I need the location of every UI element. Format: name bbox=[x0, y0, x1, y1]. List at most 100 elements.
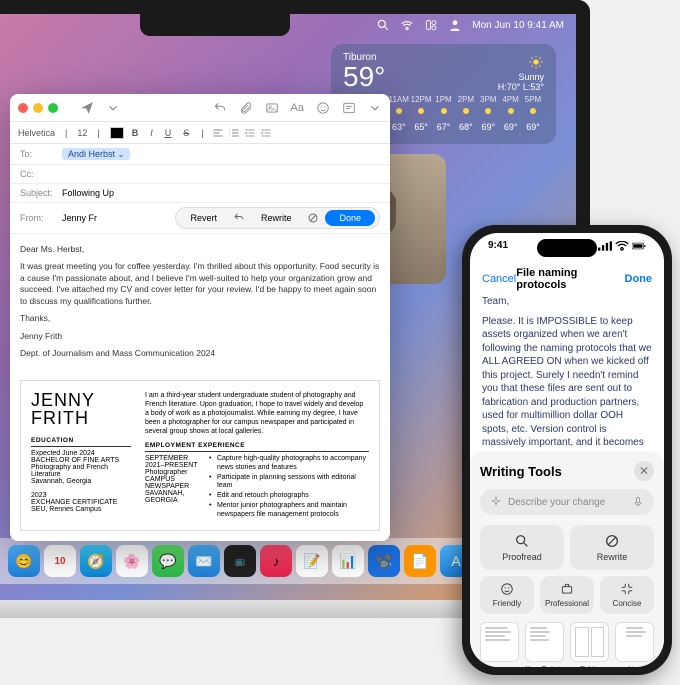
reply-icon[interactable] bbox=[213, 101, 227, 115]
list-icon[interactable] bbox=[228, 127, 240, 139]
close-button[interactable] bbox=[18, 103, 28, 113]
list-button[interactable]: List bbox=[615, 622, 654, 667]
rewrite-button[interactable]: Rewrite bbox=[251, 210, 302, 226]
rewrite-button[interactable]: Rewrite bbox=[570, 525, 654, 570]
mail-signoff: Thanks, bbox=[20, 313, 380, 324]
phone-time: 9:41 bbox=[488, 240, 508, 251]
dock-keynote[interactable]: 📽️ bbox=[368, 545, 400, 577]
battery-icon bbox=[632, 241, 646, 251]
dock-music[interactable]: ♪ bbox=[260, 545, 292, 577]
mail-sig-name: Jenny Frith bbox=[20, 331, 380, 342]
dock-finder[interactable]: 😊 bbox=[8, 545, 40, 577]
wifi-icon[interactable] bbox=[400, 18, 414, 32]
strike-button[interactable]: S bbox=[179, 128, 193, 138]
resume-intro: I am a third-year student undergraduate … bbox=[145, 391, 369, 436]
undo-icon[interactable] bbox=[233, 212, 245, 224]
italic-button[interactable]: I bbox=[146, 128, 157, 138]
table-button[interactable]: Table bbox=[570, 622, 609, 667]
dock-photos[interactable]: 🌸 bbox=[116, 545, 148, 577]
iphone: 9:41 Cancel File naming protocols Done T… bbox=[462, 225, 672, 675]
text-color-picker[interactable] bbox=[110, 127, 124, 139]
weather-condition: Sunny H:70° L:53° bbox=[498, 54, 544, 92]
sparkle-icon bbox=[490, 496, 502, 508]
smile-icon bbox=[500, 582, 514, 596]
dock-numbers[interactable]: 📊 bbox=[332, 545, 364, 577]
dynamic-island bbox=[537, 239, 597, 257]
summary-button[interactable]: Summary bbox=[480, 622, 519, 667]
briefcase-icon bbox=[560, 582, 574, 596]
keypoints-button[interactable]: Key Points bbox=[525, 622, 564, 667]
mail-greeting: Dear Ms. Herbst, bbox=[20, 244, 380, 255]
cancel-button[interactable]: Cancel bbox=[482, 273, 516, 285]
revert-button[interactable]: Revert bbox=[180, 210, 227, 226]
cellular-icon bbox=[598, 241, 612, 251]
from-value: Jenny Fr bbox=[62, 213, 97, 223]
proofread-button[interactable]: Proofread bbox=[480, 525, 564, 570]
subject-label: Subject: bbox=[20, 188, 62, 198]
dock-mail[interactable]: ✉️ bbox=[188, 545, 220, 577]
control-center-icon[interactable] bbox=[424, 18, 438, 32]
mic-icon[interactable] bbox=[632, 496, 644, 508]
resume-attachment: JENNY FRITH EDUCATION Expected June 2024… bbox=[20, 380, 380, 532]
format-bar: Helvetica | 12 | B I U S | bbox=[10, 122, 390, 144]
forbid-icon[interactable] bbox=[307, 212, 319, 224]
attach-icon[interactable] bbox=[239, 101, 253, 115]
font-name-select[interactable]: Helvetica bbox=[18, 128, 55, 138]
professional-button[interactable]: Professional bbox=[540, 576, 594, 614]
bold-button[interactable]: B bbox=[128, 128, 143, 138]
format-toggle[interactable]: Aa bbox=[291, 102, 304, 114]
concise-button[interactable]: Concise bbox=[600, 576, 654, 614]
spotlight-icon[interactable] bbox=[376, 18, 390, 32]
close-button[interactable]: ✕ bbox=[634, 461, 654, 481]
done-button[interactable]: Done bbox=[625, 273, 653, 285]
done-button[interactable]: Done bbox=[325, 210, 375, 226]
mail-body[interactable]: Dear Ms. Herbst, It was great meeting yo… bbox=[10, 234, 390, 376]
recipient-pill[interactable]: Andi Herbst ⌄ bbox=[62, 148, 130, 160]
chevron-down-icon[interactable] bbox=[368, 101, 382, 115]
resume-name: JENNY FRITH bbox=[31, 391, 131, 427]
traffic-lights bbox=[18, 103, 58, 113]
cc-row[interactable]: Cc: bbox=[10, 165, 390, 184]
note-title: File naming protocols bbox=[516, 267, 624, 291]
font-size-select[interactable]: 12 bbox=[77, 128, 87, 138]
employment-header: EMPLOYMENT EXPERIENCE bbox=[145, 442, 369, 452]
menubar-time[interactable]: Mon Jun 10 9:41 AM bbox=[472, 20, 564, 31]
friendly-button[interactable]: Friendly bbox=[480, 576, 534, 614]
phone-screen: 9:41 Cancel File naming protocols Done T… bbox=[470, 233, 664, 667]
mail-titlebar[interactable]: Aa bbox=[10, 94, 390, 122]
underline-button[interactable]: U bbox=[161, 128, 176, 138]
notch bbox=[140, 14, 290, 36]
indent-icon[interactable] bbox=[244, 127, 256, 139]
dock-messages[interactable]: 💬 bbox=[152, 545, 184, 577]
emoji-icon[interactable] bbox=[316, 101, 330, 115]
dock-notes[interactable]: 📝 bbox=[296, 545, 328, 577]
writing-tools-icon[interactable] bbox=[342, 101, 356, 115]
describe-change-input[interactable]: Describe your change bbox=[480, 489, 654, 515]
photo-icon[interactable] bbox=[265, 101, 279, 115]
weather-condition-label: Sunny bbox=[498, 72, 544, 82]
to-row[interactable]: To: Andi Herbst ⌄ bbox=[10, 144, 390, 165]
dock-safari[interactable]: 🧭 bbox=[80, 545, 112, 577]
align-left-icon[interactable] bbox=[212, 127, 224, 139]
to-label: To: bbox=[20, 149, 62, 159]
weather-hilo: H:70° L:53° bbox=[498, 82, 544, 92]
writing-tools-pill: Revert Rewrite Done bbox=[175, 207, 380, 229]
writing-tools-title: Writing Tools bbox=[480, 464, 562, 479]
zoom-button[interactable] bbox=[48, 103, 58, 113]
dock-calendar[interactable]: 10 bbox=[44, 545, 76, 577]
education-header: EDUCATION bbox=[31, 437, 131, 447]
dock-tv[interactable]: 📺 bbox=[224, 545, 256, 577]
mail-compose-window: Aa Helvetica | 12 | B I U S | bbox=[10, 94, 390, 541]
from-label: From: bbox=[20, 213, 62, 223]
writing-tools-sheet: Writing Tools ✕ Describe your change Pro… bbox=[470, 451, 664, 667]
outdent-icon[interactable] bbox=[260, 127, 272, 139]
user-icon[interactable] bbox=[448, 18, 462, 32]
subject-row[interactable]: Subject: Following Up bbox=[10, 184, 390, 203]
send-icon[interactable] bbox=[80, 101, 94, 115]
rewrite-icon bbox=[604, 533, 620, 549]
subject-value: Following Up bbox=[62, 188, 380, 198]
chevron-down-icon[interactable] bbox=[106, 101, 120, 115]
dock-pages[interactable]: 📄 bbox=[404, 545, 436, 577]
mail-body-text: It was great meeting you for coffee yest… bbox=[20, 261, 380, 307]
minimize-button[interactable] bbox=[33, 103, 43, 113]
